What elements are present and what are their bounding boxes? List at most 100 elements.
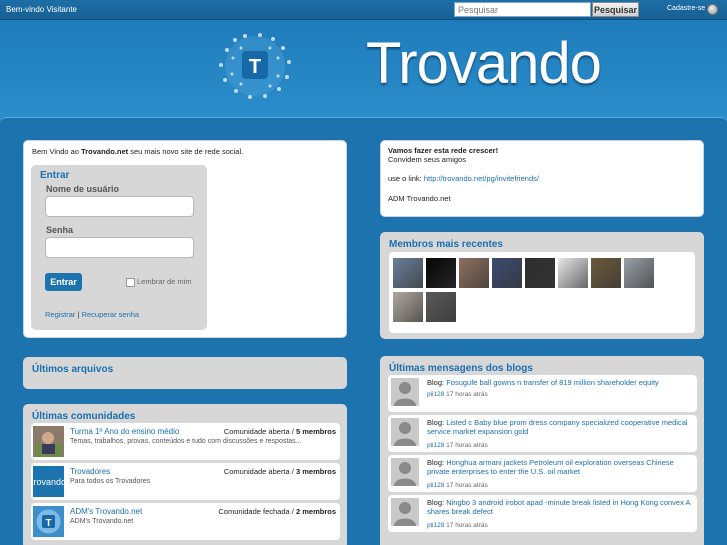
user-icon[interactable] xyxy=(707,4,718,15)
blog-post-item[interactable]: Blog: Ningbo 3 android irobot apad -minu… xyxy=(388,495,697,532)
blog-post-time: 17 horas atrás xyxy=(444,522,488,529)
blog-prefix: Blog: xyxy=(427,418,447,427)
latest-files-panel: Últimos arquivos xyxy=(23,357,347,389)
blog-post-time: 17 horas atrás xyxy=(444,482,488,489)
community-description: ADM's Trovando.net xyxy=(70,518,134,525)
member-avatar[interactable] xyxy=(393,258,423,288)
community-member-count: 3 membros xyxy=(295,467,336,476)
community-name[interactable]: Turma 1º Ano do ensino médio xyxy=(70,427,179,436)
member-avatar[interactable] xyxy=(525,258,555,288)
latest-communities-panel: Últimas comunidades Turma 1º Ano do ensi… xyxy=(23,404,347,545)
register-link[interactable]: Registrar xyxy=(45,310,75,319)
member-avatar[interactable] xyxy=(492,258,522,288)
invite-box: Vamos fazer esta rede crescer! Convidem … xyxy=(380,140,704,217)
blog-post-item[interactable]: Blog: Listed c Baby blue prom dress comp… xyxy=(388,415,697,452)
blog-post-item[interactable]: Blog: Fosugufe ball gowns n transfer of … xyxy=(388,375,697,412)
default-avatar-icon[interactable] xyxy=(391,418,419,446)
login-links: Registrar | Recuperar senha xyxy=(45,310,139,319)
latest-blog-posts-panel: Últimas mensagens dos blogs Blog: Fosugu… xyxy=(380,356,704,545)
search-input[interactable] xyxy=(454,2,591,17)
member-avatars xyxy=(389,252,695,333)
welcome-message: Bem Vindo ao Trovando.net seu mais novo … xyxy=(32,147,243,156)
member-avatar[interactable] xyxy=(426,292,456,322)
default-avatar-icon[interactable] xyxy=(391,458,419,486)
svg-text:trovando: trovando xyxy=(33,477,64,487)
member-avatar[interactable] xyxy=(591,258,621,288)
community-member-count: 2 membros xyxy=(295,507,336,516)
login-panel: Entrar Nome de usuário Senha Entrar Lemb… xyxy=(31,165,207,330)
invite-title: Vamos fazer esta rede crescer! xyxy=(388,146,499,155)
blog-post-title: Blog: Ningbo 3 android irobot apad -minu… xyxy=(427,498,693,516)
community-type: Comunidade aberta xyxy=(223,427,290,436)
member-avatar[interactable] xyxy=(558,258,588,288)
community-status: Comunidade aberta / 3 membros xyxy=(223,467,336,476)
welcome-visitor-text: Bem-vindo Visitante xyxy=(6,5,77,14)
blog-prefix: Blog: xyxy=(427,378,447,387)
remember-checkbox[interactable] xyxy=(126,277,135,287)
welcome-site-name: Trovando.net xyxy=(81,147,129,156)
blog-post-link[interactable]: Fosugufe ball gowns n transfer of 819 mi… xyxy=(446,378,659,387)
username-field[interactable] xyxy=(45,196,194,217)
blog-post-meta: pii128 17 horas atrás xyxy=(427,391,488,398)
username-label: Nome de usuário xyxy=(46,184,120,194)
community-item[interactable]: trovando Trovadores Para todos os Trovad… xyxy=(31,463,340,500)
password-field[interactable] xyxy=(45,237,194,258)
svg-text:T: T xyxy=(45,518,51,529)
member-avatar[interactable] xyxy=(459,258,489,288)
member-avatar[interactable] xyxy=(426,258,456,288)
community-type: Comunidade aberta xyxy=(223,467,290,476)
brand-title: Trovando xyxy=(366,31,602,96)
community-status: Comunidade aberta / 5 membros xyxy=(223,427,336,436)
invite-link-row: use o link: http://trovando.net/pg/invit… xyxy=(388,174,539,183)
blog-post-time: 17 horas atrás xyxy=(444,391,488,398)
blog-author-link[interactable]: pii128 xyxy=(427,442,444,449)
member-avatar[interactable] xyxy=(393,292,423,322)
blog-post-meta: pii128 17 horas atrás xyxy=(427,522,488,529)
invite-link-label: use o link: xyxy=(388,174,422,183)
login-button[interactable]: Entrar xyxy=(45,273,82,291)
blog-post-title: Blog: Honghua armani jackets Petroleum o… xyxy=(427,458,693,476)
latest-blog-posts-title: Últimas mensagens dos blogs xyxy=(389,363,533,374)
recover-password-link[interactable]: Recuperar senha xyxy=(82,310,140,319)
blog-post-link[interactable]: Listed c Baby blue prom dress company sp… xyxy=(427,418,688,436)
blog-author-link[interactable]: pii128 xyxy=(427,522,444,529)
member-avatar[interactable] xyxy=(624,258,654,288)
community-name[interactable]: Trovadores xyxy=(70,467,110,476)
blog-post-link[interactable]: Ningbo 3 android irobot apad -minute bre… xyxy=(427,498,690,516)
recent-members-panel: Membros mais recentes xyxy=(380,232,704,339)
remember-me[interactable]: Lembrar de mim xyxy=(126,277,192,287)
invite-signature: ADM Trovando.net xyxy=(388,194,451,203)
top-bar: Bem-vindo Visitante Pesquisar Cadastre-s… xyxy=(0,0,727,20)
community-item[interactable]: Turma 1º Ano do ensino médio Temas, trab… xyxy=(31,423,340,460)
blog-post-meta: pii128 17 horas atrás xyxy=(427,442,488,449)
community-type: Comunidade fechada xyxy=(218,507,290,516)
community-description: Temas, trabalhos, provas, conteúdos e tu… xyxy=(70,438,302,445)
blog-author-link[interactable]: pii128 xyxy=(427,482,444,489)
trovando-logo-icon: T xyxy=(219,33,291,99)
community-thumbnail: T xyxy=(33,506,64,537)
welcome-suffix: seu mais novo site de rede social. xyxy=(128,147,244,156)
welcome-prefix: Bem Vindo ao xyxy=(32,147,82,156)
community-member-count: 5 membros xyxy=(295,427,336,436)
community-thumbnail: trovando xyxy=(33,466,64,497)
default-avatar-icon[interactable] xyxy=(391,378,419,406)
community-description: Para todos os Trovadores xyxy=(70,478,151,485)
blog-post-title: Blog: Fosugufe ball gowns n transfer of … xyxy=(427,378,693,387)
latest-files-title: Últimos arquivos xyxy=(32,364,114,375)
signup-link[interactable]: Cadastre-se xyxy=(667,5,705,12)
blog-prefix: Blog: xyxy=(427,458,447,467)
community-name[interactable]: ADM's Trovando.net xyxy=(70,507,142,516)
community-item[interactable]: T ADM's Trovando.net ADM's Trovando.net … xyxy=(31,503,340,540)
password-label: Senha xyxy=(46,225,74,235)
remember-label: Lembrar de mim xyxy=(137,277,192,286)
recent-members-title: Membros mais recentes xyxy=(389,239,503,250)
latest-communities-title: Últimas comunidades xyxy=(32,411,136,422)
blog-post-item[interactable]: Blog: Honghua armani jackets Petroleum o… xyxy=(388,455,697,492)
blog-post-link[interactable]: Honghua armani jackets Petroleum oil exp… xyxy=(427,458,674,476)
blog-post-time: 17 horas atrás xyxy=(444,442,488,449)
default-avatar-icon[interactable] xyxy=(391,498,419,526)
community-thumbnail xyxy=(33,426,64,457)
invite-link[interactable]: http://trovando.net/pg/invitefriends/ xyxy=(424,174,539,183)
blog-author-link[interactable]: pii128 xyxy=(427,391,444,398)
search-button[interactable]: Pesquisar xyxy=(592,2,639,17)
